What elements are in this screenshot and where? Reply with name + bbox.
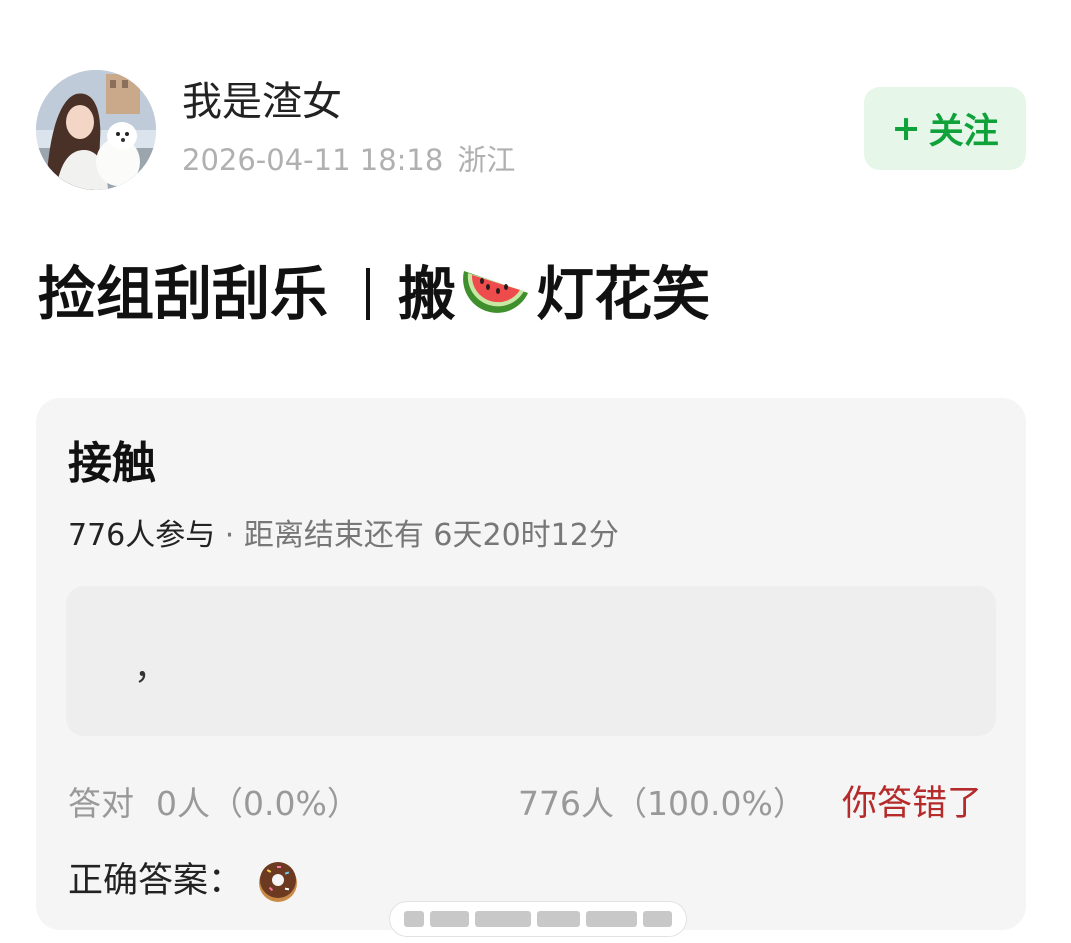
result-text: 你答错了 xyxy=(842,784,983,824)
post-meta: 2026-04-11 18:18 浙江 xyxy=(182,140,515,180)
poll-title: 接触 xyxy=(68,438,156,489)
correct-label: 答对 xyxy=(68,784,134,823)
post-date: 2026-04-11 18:18 xyxy=(182,143,444,177)
follow-button[interactable]: + 关注 xyxy=(864,87,1026,170)
watermark-glyph xyxy=(429,911,469,927)
post-title: 捡组刮刮乐 搬 灯花笑 xyxy=(38,258,710,330)
watermelon-icon xyxy=(463,271,529,313)
poll-meta: 776人参与 · 距离结束还有 6天20时12分 xyxy=(68,516,619,556)
watermark-glyph xyxy=(474,911,532,927)
avatar[interactable] xyxy=(36,70,156,190)
poll-option-text: ， xyxy=(134,648,168,688)
post-title-part1: 捡组刮刮乐 xyxy=(38,260,329,328)
poll-option[interactable]: ， xyxy=(66,586,996,736)
poll-card: 接触 776人参与 · 距离结束还有 6天20时12分 ， 答对 0人（0.0%）… xyxy=(36,398,1026,930)
donut-icon xyxy=(259,862,298,902)
post-title-part2: 搬 xyxy=(398,260,457,328)
correct-stats: 答对 0人（0.0%） xyxy=(68,782,360,826)
watermark-glyph xyxy=(404,911,424,927)
answer-label: 正确答案： xyxy=(68,861,244,901)
post-location: 浙江 xyxy=(457,143,516,177)
avatar-photo-icon xyxy=(36,70,156,190)
author-name[interactable]: 我是渣女 xyxy=(182,78,342,126)
title-separator xyxy=(366,268,371,320)
poll-time-left: · 距离结束还有 6天20时12分 xyxy=(215,518,619,553)
plus-icon: + xyxy=(891,108,921,149)
watermark-glyph xyxy=(537,911,581,927)
wrong-stats: 776人（100.0%） xyxy=(518,784,806,823)
follow-label: 关注 xyxy=(928,112,999,152)
correct-value: 0人（0.0%） xyxy=(156,784,360,823)
post-title-part3: 灯花笑 xyxy=(536,260,711,328)
poll-participants: 776人参与 xyxy=(68,518,216,553)
watermark xyxy=(390,902,686,936)
watermark-glyph xyxy=(586,911,637,927)
correct-answer: 正确答案： xyxy=(68,858,301,904)
watermark-glyph xyxy=(642,911,673,927)
